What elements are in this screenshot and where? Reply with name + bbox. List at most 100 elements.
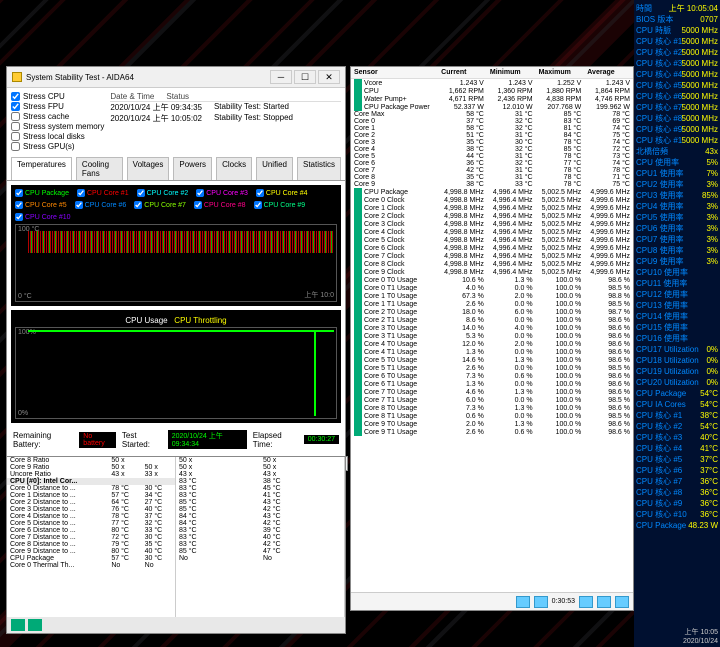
table-row[interactable]: 50 x50 x	[176, 464, 344, 471]
sensor-row[interactable]: Core 636 °C32 °C77 °C74 °C	[351, 160, 633, 167]
stress-check[interactable]: Stress cache	[11, 112, 104, 121]
stress-check[interactable]: Stress GPU(s)	[11, 142, 104, 151]
table-row[interactable]: 83 °C42 °C	[176, 541, 344, 548]
sensor-row[interactable]: Core Max58 °C31 °C85 °C78 °C	[351, 111, 633, 118]
table-row[interactable]: Core 9 Ratio50 x50 x	[7, 464, 175, 471]
tray-clock[interactable]: 上午 10:05 2020/10/24	[683, 628, 718, 646]
sensor-row[interactable]: Core 6 T0 Usage7.3 %0.6 %100.0 %98.6 %	[351, 372, 633, 380]
table-row[interactable]: Core 0 Distance to ...78 °C30 °C	[7, 485, 175, 492]
table-row[interactable]: Core 4 Distance to ...78 °C37 °C	[7, 513, 175, 520]
sensor-row[interactable]: Core 4 T0 Usage12.0 %2.0 %100.0 %98.6 %	[351, 340, 633, 348]
sensor-row[interactable]: CPU Package Power52.337 W12.010 W207.768…	[351, 103, 633, 111]
sensor-row[interactable]: Core 1 Clock4,998.8 MHz4,996.4 MHz5,002.…	[351, 204, 633, 212]
sensor-row[interactable]: Core 9 Clock4,998.8 MHz4,996.4 MHz5,002.…	[351, 268, 633, 276]
close-button[interactable]: ✕	[318, 70, 340, 84]
minimize-button[interactable]: ─	[270, 70, 292, 84]
sensor-row[interactable]: CPU Package4,998.8 MHz4,996.4 MHz5,002.5…	[351, 188, 633, 196]
sensor-row[interactable]: Core 5 T0 Usage14.6 %1.3 %100.0 %98.6 %	[351, 356, 633, 364]
legend-item[interactable]: CPU Package	[15, 189, 69, 197]
sensor-row[interactable]: Core 1 T0 Usage67.3 %2.0 %100.0 %98.8 %	[351, 292, 633, 300]
sensor-row[interactable]: Core 4 Clock4,998.8 MHz4,996.4 MHz5,002.…	[351, 228, 633, 236]
legend-item[interactable]: CPU Core #9	[254, 201, 306, 209]
nav-icon[interactable]	[11, 619, 25, 631]
col-header[interactable]: Maximum	[536, 67, 585, 79]
tab[interactable]: Temperatures	[11, 157, 72, 180]
table-row[interactable]: 83 °C40 °C	[176, 534, 344, 541]
sensor-row[interactable]: Core 335 °C30 °C78 °C74 °C	[351, 139, 633, 146]
sensor-row[interactable]: Core 835 °C31 °C78 °C71 °C	[351, 174, 633, 181]
table-row[interactable]: Core 9 Distance to ...80 °C40 °C	[7, 548, 175, 555]
tool-icon[interactable]	[534, 596, 548, 608]
sensor-row[interactable]: Core 2 T0 Usage18.0 %6.0 %100.0 %98.7 %	[351, 308, 633, 316]
sensor-row[interactable]: Core 7 Clock4,998.8 MHz4,996.4 MHz5,002.…	[351, 252, 633, 260]
table-row[interactable]: Core 5 Distance to ...77 °C32 °C	[7, 520, 175, 527]
tab[interactable]: Unified	[256, 157, 293, 180]
sensor-row[interactable]: Core 438 °C32 °C85 °C72 °C	[351, 146, 633, 153]
legend-item[interactable]: CPU Core #8	[194, 201, 246, 209]
table-row[interactable]: 85 °C47 °C	[176, 548, 344, 555]
sensor-row[interactable]: Core 2 Clock4,998.8 MHz4,996.4 MHz5,002.…	[351, 212, 633, 220]
tab[interactable]: Voltages	[127, 157, 170, 180]
sensor-row[interactable]: Core 1 T1 Usage2.6 %0.0 %100.0 %98.5 %	[351, 300, 633, 308]
table-row[interactable]: Core 8 Distance to ...79 °C35 °C	[7, 541, 175, 548]
nav-icon[interactable]	[28, 619, 42, 631]
sensor-row[interactable]: Core 251 °C31 °C84 °C75 °C	[351, 132, 633, 139]
sensor-row[interactable]: Core 4 T1 Usage1.3 %0.0 %100.0 %98.6 %	[351, 348, 633, 356]
stress-check[interactable]: Stress FPU	[11, 102, 104, 111]
table-row[interactable]: 85 °C42 °C	[176, 506, 344, 513]
sensor-row[interactable]: Core 6 Clock4,998.8 MHz4,996.4 MHz5,002.…	[351, 244, 633, 252]
sensor-row[interactable]: CPU1,662 RPM1,360 RPM1,880 RPM1,864 RPM	[351, 87, 633, 95]
tool-icon[interactable]	[615, 596, 629, 608]
sensor-row[interactable]: Core 7 T0 Usage4.6 %1.3 %100.0 %98.6 %	[351, 388, 633, 396]
group-row[interactable]: CPU [#0]: Intel Cor...	[7, 478, 175, 485]
table-row[interactable]: Core 2 Distance to ...64 °C27 °C	[7, 499, 175, 506]
sensor-row[interactable]: Core 544 °C31 °C78 °C73 °C	[351, 153, 633, 160]
table-row[interactable]: NoNo	[176, 555, 344, 562]
sensor-row[interactable]: Core 0 T0 Usage10.6 %1.3 %100.0 %98.6 %	[351, 276, 633, 284]
col-header[interactable]: Current	[438, 67, 487, 79]
tool-icon[interactable]	[579, 596, 593, 608]
sensor-row[interactable]: Core 5 Clock4,998.8 MHz4,996.4 MHz5,002.…	[351, 236, 633, 244]
tab[interactable]: Powers	[173, 157, 212, 180]
table-row[interactable]: Uncore Ratio43 x33 x	[7, 471, 175, 478]
table-row[interactable]: 84 °C43 °C	[176, 513, 344, 520]
table-row[interactable]: 83 °C41 °C	[176, 492, 344, 499]
stress-check[interactable]: Stress system memory	[11, 122, 104, 131]
table-row[interactable]: Core 8 Ratio50 x	[7, 457, 175, 464]
sensor-row[interactable]: Core 0 T1 Usage4.0 %0.0 %100.0 %98.5 %	[351, 284, 633, 292]
sensor-row[interactable]: Core 8 T0 Usage7.3 %1.3 %100.0 %98.6 %	[351, 404, 633, 412]
sensor-row[interactable]: Core 6 T1 Usage1.3 %0.0 %100.0 %98.6 %	[351, 380, 633, 388]
table-row[interactable]: 50 x50 x	[176, 457, 344, 464]
legend-item[interactable]: CPU Core #3	[196, 189, 248, 197]
table-row[interactable]: 43 x43 x	[176, 471, 344, 478]
sensor-row[interactable]: Core 8 Clock4,998.8 MHz4,996.4 MHz5,002.…	[351, 260, 633, 268]
sensor-row[interactable]: Core 0 Clock4,998.8 MHz4,996.4 MHz5,002.…	[351, 196, 633, 204]
sensor-row[interactable]: Core 9 T1 Usage2.6 %0.6 %100.0 %98.6 %	[351, 428, 633, 436]
tab[interactable]: Clocks	[216, 157, 252, 180]
sensor-row[interactable]: Core 8 T1 Usage0.6 %0.0 %100.0 %98.5 %	[351, 412, 633, 420]
tab[interactable]: Statistics	[297, 157, 341, 180]
tool-icon[interactable]	[516, 596, 530, 608]
sensor-row[interactable]: Core 3 T0 Usage14.0 %4.0 %100.0 %98.6 %	[351, 324, 633, 332]
sensor-row[interactable]: Core 7 T1 Usage6.0 %0.0 %100.0 %98.5 %	[351, 396, 633, 404]
table-row[interactable]: 83 °C45 °C	[176, 485, 344, 492]
stress-check[interactable]: Stress local disks	[11, 132, 104, 141]
table-row[interactable]: Core 1 Distance to ...57 °C34 °C	[7, 492, 175, 499]
table-row[interactable]: 85 °C43 °C	[176, 499, 344, 506]
table-row[interactable]: Core 0 Thermal Th...NoNo	[7, 562, 175, 569]
stress-check[interactable]: Stress CPU	[11, 92, 104, 101]
table-row[interactable]: Core 6 Distance to ...80 °C33 °C	[7, 527, 175, 534]
col-header[interactable]: Sensor	[351, 67, 438, 79]
legend-item[interactable]: CPU Core #6	[75, 201, 127, 209]
table-row[interactable]: 84 °C42 °C	[176, 520, 344, 527]
maximize-button[interactable]: ☐	[294, 70, 316, 84]
sensor-row[interactable]: Core 3 T1 Usage5.3 %0.0 %100.0 %98.6 %	[351, 332, 633, 340]
table-row[interactable]: Core 7 Distance to ...72 °C30 °C	[7, 534, 175, 541]
sensor-row[interactable]: Core 158 °C32 °C81 °C74 °C	[351, 125, 633, 132]
table-row[interactable]: CPU Package57 °C30 °C	[7, 555, 175, 562]
legend-item[interactable]: CPU Core #4	[256, 189, 308, 197]
sensor-row[interactable]: Core 2 T1 Usage8.6 %0.0 %100.0 %98.6 %	[351, 316, 633, 324]
sensor-row[interactable]: Core 9 T0 Usage2.0 %1.3 %100.0 %98.6 %	[351, 420, 633, 428]
legend-item[interactable]: CPU Core #7	[134, 201, 186, 209]
sensor-row[interactable]: Core 742 °C31 °C78 °C78 °C	[351, 167, 633, 174]
